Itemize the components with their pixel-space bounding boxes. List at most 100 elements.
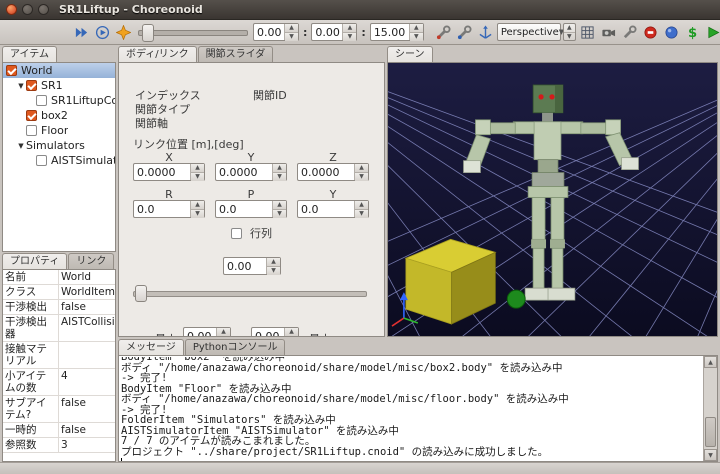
p-value[interactable]: 0.0 — [216, 201, 272, 217]
x-spinbox[interactable]: 0.0000▲▼ — [133, 163, 205, 181]
edit-mode-button[interactable] — [434, 23, 453, 42]
maximize-button[interactable] — [38, 4, 49, 15]
spin-down-icon[interactable]: ▼ — [564, 33, 575, 41]
y-spinbox[interactable]: 0.0000▲▼ — [215, 163, 287, 181]
time-mid-value[interactable]: 0.00 — [312, 24, 342, 40]
spin-down-icon[interactable]: ▼ — [191, 173, 204, 181]
camera-selector[interactable]: Perspective ▼ — [497, 23, 561, 41]
spin-up-icon[interactable]: ▲ — [273, 201, 286, 210]
tab-joint-slider[interactable]: 関節スライダ — [198, 46, 274, 62]
tab-link[interactable]: リンク — [68, 253, 114, 269]
max-spinbox[interactable]: 0.00▲▼ — [251, 327, 299, 337]
z-value[interactable]: 0.0000 — [298, 164, 354, 180]
matrix-checkbox[interactable] — [231, 228, 242, 239]
spin-down-icon[interactable]: ▼ — [285, 33, 298, 41]
property-value[interactable]: AISTCollisi — [59, 315, 115, 341]
spin-up-icon[interactable]: ▲ — [410, 24, 423, 33]
tree-item-box2[interactable]: box2 — [3, 108, 115, 123]
camera-spinner[interactable]: ▲▼ — [563, 23, 576, 41]
spin-down-icon[interactable]: ▼ — [191, 210, 204, 218]
item-tree[interactable]: World▼SR1SR1LiftupContrbox2Floor▼Simulat… — [2, 62, 116, 252]
refresh-button[interactable] — [114, 23, 133, 42]
spin-up-icon[interactable]: ▲ — [217, 328, 230, 337]
spin-down-icon[interactable]: ▼ — [267, 267, 280, 275]
tab-scene[interactable]: シーン — [387, 46, 433, 62]
spin-up-icon[interactable]: ▲ — [191, 201, 204, 210]
time-range-value[interactable]: 15.00 — [371, 24, 409, 40]
joint-slider-groove[interactable] — [133, 291, 367, 297]
spin-up-icon[interactable]: ▲ — [355, 201, 368, 210]
expander-icon[interactable]: ▼ — [16, 82, 26, 90]
min-value[interactable]: 0.00 — [184, 328, 216, 337]
item-checkbox[interactable] — [36, 95, 47, 106]
joint-value[interactable]: 0.00 — [224, 258, 266, 274]
spin-down-icon[interactable]: ▼ — [410, 33, 423, 41]
spin-up-icon[interactable]: ▲ — [267, 258, 280, 267]
item-checkbox[interactable] — [26, 125, 37, 136]
spin-down-icon[interactable]: ▼ — [273, 173, 286, 181]
r-value[interactable]: 0.0 — [134, 201, 190, 217]
tab-python-console[interactable]: Pythonコンソール — [185, 339, 286, 355]
tree-item-simulators[interactable]: ▼Simulators — [3, 138, 115, 153]
scene-canvas[interactable] — [388, 63, 717, 336]
property-value[interactable]: false — [59, 423, 115, 437]
x-value[interactable]: 0.0000 — [134, 164, 190, 180]
property-value[interactable]: false — [59, 300, 115, 314]
property-value[interactable]: false — [59, 396, 115, 422]
joint-slider[interactable] — [133, 285, 367, 301]
joint-slider-handle[interactable] — [135, 285, 147, 302]
min-spinbox[interactable]: 0.00▲▼ — [183, 327, 231, 337]
property-value[interactable]: 4 — [59, 369, 115, 395]
property-value[interactable]: WorldItem — [59, 285, 115, 299]
message-scrollbar[interactable]: ▲ ▼ — [703, 356, 717, 461]
yaw-spinbox[interactable]: 0.0▲▼ — [297, 200, 369, 218]
expander-icon[interactable]: ▼ — [16, 142, 26, 150]
tree-item-world[interactable]: World — [3, 63, 115, 78]
restore-initial-state-button[interactable] — [662, 23, 681, 42]
spin-up-icon[interactable]: ▲ — [355, 164, 368, 173]
item-checkbox[interactable] — [26, 110, 37, 121]
tab-items[interactable]: アイテム — [2, 46, 57, 62]
property-value[interactable]: World — [59, 270, 115, 284]
axes-button[interactable] — [476, 23, 495, 42]
play-button[interactable] — [93, 23, 112, 42]
spin-down-icon[interactable]: ▼ — [355, 210, 368, 218]
spin-down-icon[interactable]: ▼ — [343, 33, 356, 41]
time-slider[interactable] — [138, 23, 248, 41]
spin-down-icon[interactable]: ▼ — [273, 210, 286, 218]
green-ball[interactable] — [507, 290, 525, 308]
scene-config-button[interactable] — [620, 23, 639, 42]
tab-property[interactable]: プロパティ — [2, 253, 67, 269]
scrollbar-thumb[interactable] — [705, 417, 716, 447]
minimize-button[interactable] — [22, 4, 33, 15]
y-value[interactable]: 0.0000 — [216, 164, 272, 180]
time-slider-groove[interactable] — [138, 30, 248, 36]
spin-up-icon[interactable]: ▲ — [285, 24, 298, 33]
scene-viewport[interactable] — [387, 62, 718, 337]
tree-item-floor[interactable]: Floor — [3, 123, 115, 138]
item-checkbox[interactable] — [26, 80, 37, 91]
tree-item-sr1[interactable]: ▼SR1 — [3, 78, 115, 93]
scroll-down-icon[interactable]: ▼ — [704, 449, 717, 461]
r-spinbox[interactable]: 0.0▲▼ — [133, 200, 205, 218]
store-initial-state-button[interactable] — [641, 23, 660, 42]
start-simulation-button[interactable] — [704, 23, 720, 42]
tab-body-link[interactable]: ボディ/リンク — [118, 46, 197, 62]
spin-up-icon[interactable]: ▲ — [191, 164, 204, 173]
simulation-time-button[interactable]: $ — [683, 23, 702, 42]
property-value[interactable] — [59, 342, 115, 368]
tree-item-aistsimulator[interactable]: AISTSimulator — [3, 153, 115, 168]
max-value[interactable]: 0.00 — [252, 328, 284, 337]
spin-up-icon[interactable]: ▲ — [343, 24, 356, 33]
item-checkbox[interactable] — [36, 155, 47, 166]
time-slider-handle[interactable] — [142, 24, 154, 42]
joint-value-spinbox[interactable]: 0.00▲▼ — [223, 257, 281, 275]
close-button[interactable] — [6, 4, 17, 15]
spin-up-icon[interactable]: ▲ — [564, 24, 575, 33]
spin-down-icon[interactable]: ▼ — [355, 173, 368, 181]
z-spinbox[interactable]: 0.0000▲▼ — [297, 163, 369, 181]
time-current-spinbox[interactable]: 0.00 ▲▼ — [253, 23, 299, 41]
time-range-spinbox[interactable]: 15.00 ▲▼ — [370, 23, 424, 41]
tree-item-sr1liftupcontr[interactable]: SR1LiftupContr — [3, 93, 115, 108]
spin-up-icon[interactable]: ▲ — [285, 328, 298, 337]
